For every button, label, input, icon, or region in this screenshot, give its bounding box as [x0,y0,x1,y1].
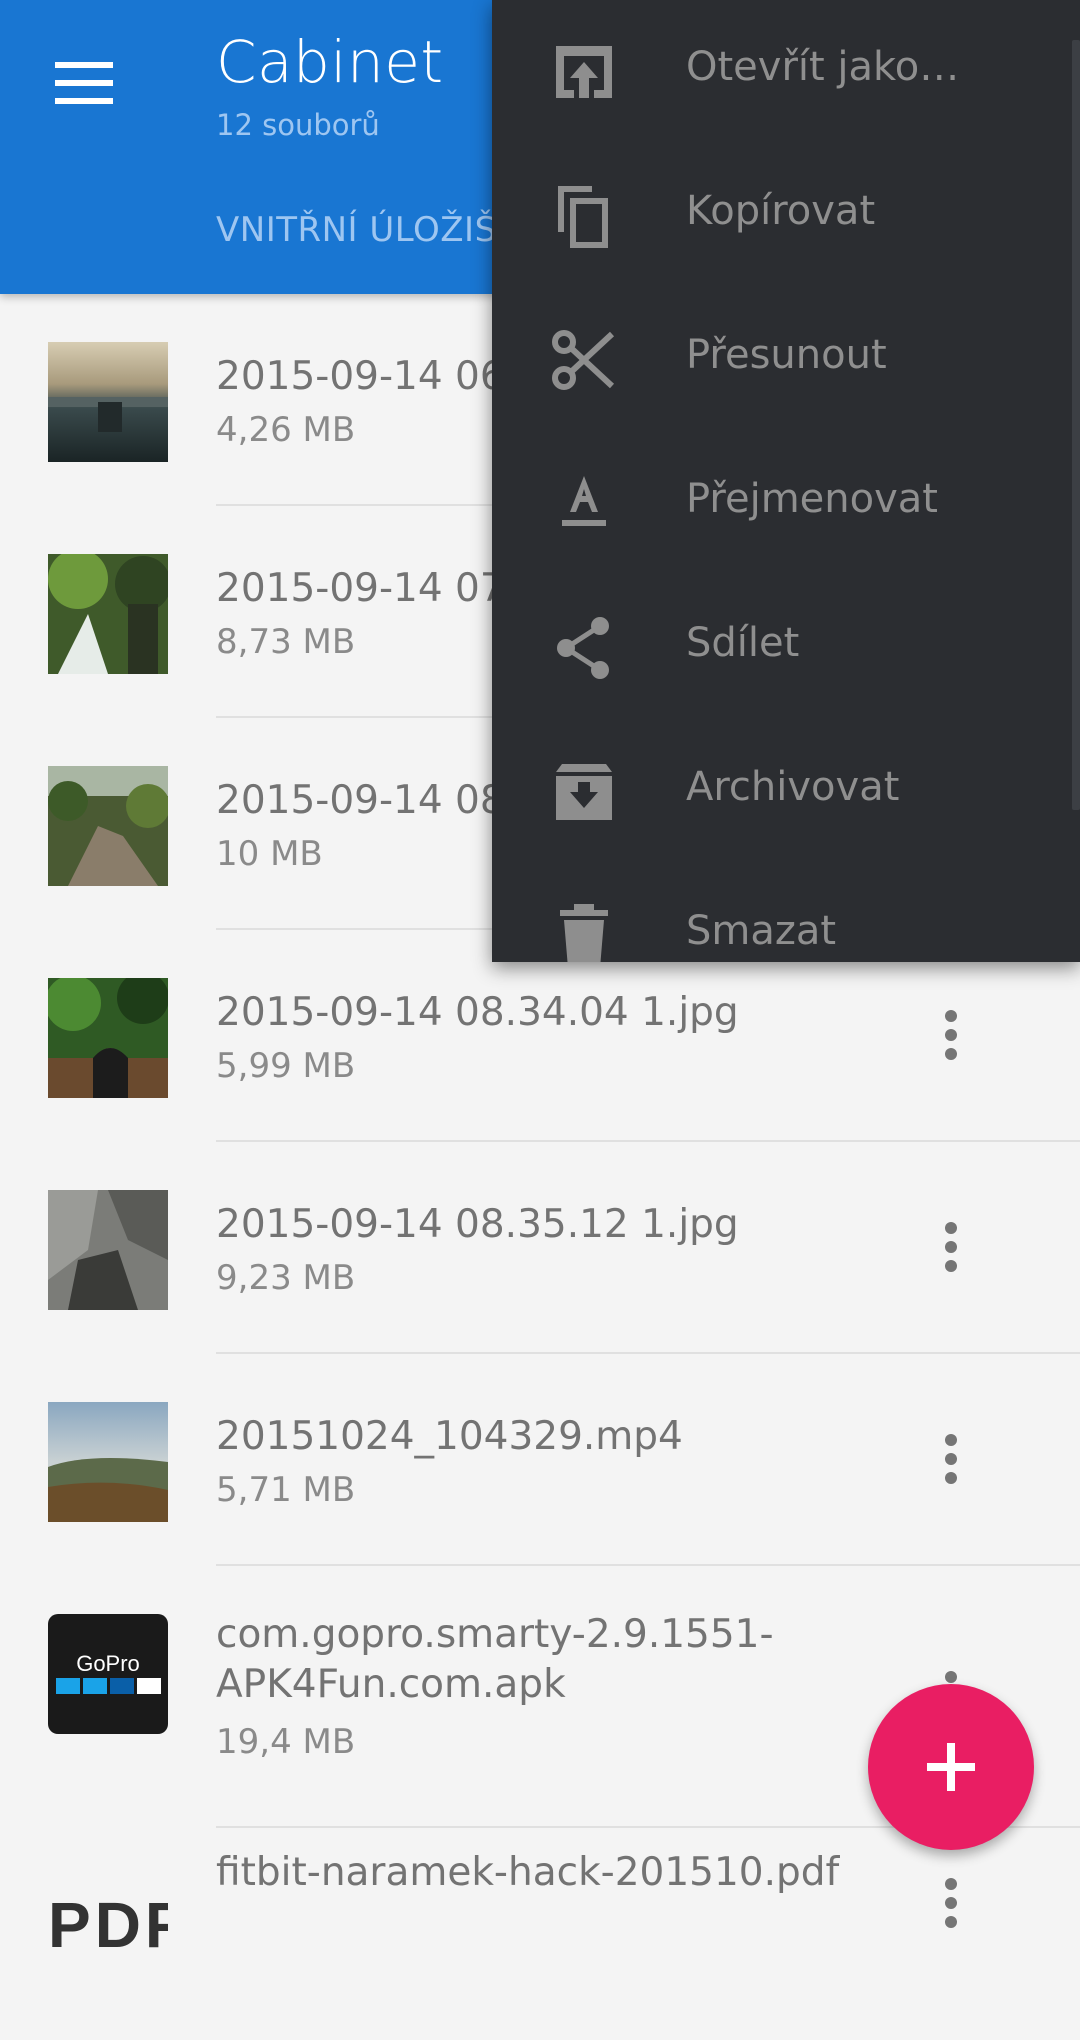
gopro-logo-text: GoPro [76,1651,140,1676]
file-name: fitbit-naramek-hack-201510.pdf [216,1850,840,1895]
rename-icon [562,476,606,526]
list-item[interactable]: 20151024_104329.mp4 5,71 MB [0,1354,1080,1566]
more-options-button[interactable] [916,1868,986,1938]
more-options-button[interactable] [916,1424,986,1494]
more-options-button[interactable] [916,1000,986,1070]
context-menu: Otevřít jako… Kopírovat Přesunout Přejme… [492,0,1080,962]
open-with-icon [556,46,612,98]
more-vert-icon [945,1878,957,1928]
image-thumbnail [48,554,168,674]
menu-item-label: Přesunout [686,332,887,378]
menu-item-rename[interactable]: Přejmenovat [492,432,1080,576]
menu-item-copy[interactable]: Kopírovat [492,144,1080,288]
file-size: 5,71 MB [216,1470,356,1510]
file-name: com.gopro.smarty-2.9.1551-APK4Fun.com.ap… [216,1612,774,1707]
pdf-label: PDF [48,1889,168,1961]
menu-item-move[interactable]: Přesunout [492,288,1080,432]
file-name: 2015-09-14 08.34.04 1.jpg [216,990,739,1035]
menu-item-archive[interactable]: Archivovat [492,720,1080,864]
more-options-button[interactable] [916,1212,986,1282]
menu-item-label: Kopírovat [686,188,876,234]
menu-item-share[interactable]: Sdílet [492,576,1080,720]
delete-icon [560,904,608,962]
tab-internal-storage[interactable]: VNITŘNÍ ÚLOŽIŠ [216,210,497,250]
file-size: 19,4 MB [216,1722,356,1762]
plus-icon [927,1743,975,1791]
file-size: 4,26 MB [216,410,356,450]
hamburger-menu-icon [55,62,113,104]
image-thumbnail [48,342,168,462]
file-count: 12 souborů [216,108,380,142]
menu-scrollbar[interactable] [1072,40,1080,810]
more-vert-icon [945,1434,957,1484]
file-size: 10 MB [216,834,323,874]
archive-icon [556,764,612,820]
more-vert-icon [945,1222,957,1272]
list-item[interactable]: PDF fitbit-naramek-hack-201510.pdf [0,1828,1080,2040]
menu-item-label: Otevřít jako… [686,44,960,90]
image-thumbnail [48,1190,168,1310]
file-name: 20151024_104329.mp4 [216,1414,683,1459]
image-thumbnail [48,766,168,886]
menu-item-label: Archivovat [686,764,900,810]
more-vert-icon [945,1010,957,1060]
image-thumbnail [48,978,168,1098]
file-size: 5,99 MB [216,1046,356,1086]
menu-item-delete[interactable]: Smazat [492,864,1080,962]
video-thumbnail [48,1402,168,1522]
scissors-icon [552,330,615,390]
app-icon: GoPro [48,1614,168,1734]
file-size: 9,23 MB [216,1258,356,1298]
menu-item-label: Smazat [686,908,837,954]
menu-item-label: Přejmenovat [686,476,938,522]
pdf-thumbnail: PDF [48,1888,168,2008]
hamburger-menu-button[interactable] [32,38,136,128]
add-button[interactable] [868,1684,1034,1850]
share-icon [557,617,609,679]
file-size: 8,73 MB [216,622,356,662]
page-title: Cabinet [216,28,444,96]
menu-item-label: Sdílet [686,620,800,666]
list-item[interactable]: 2015-09-14 08.35.12 1.jpg 9,23 MB [0,1142,1080,1354]
file-name: 2015-09-14 08.35.12 1.jpg [216,1202,739,1247]
menu-item-open-with[interactable]: Otevřít jako… [492,0,1080,144]
copy-icon [558,186,608,248]
